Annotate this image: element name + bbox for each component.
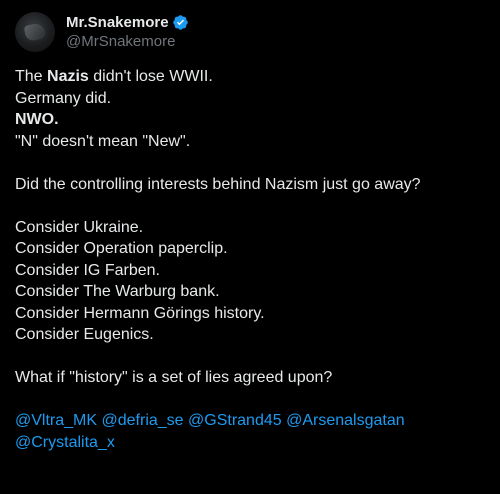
mentions-line: @Crystalita_x bbox=[15, 432, 486, 454]
display-name-row: Mr.Snakemore bbox=[66, 12, 189, 32]
mention-link[interactable]: @GStrand45 bbox=[188, 412, 282, 429]
paragraph-break bbox=[15, 195, 486, 217]
tweet-line: Consider Ukraine. bbox=[15, 218, 144, 236]
text-bold: Nazis bbox=[47, 68, 89, 85]
tweet-line: Consider Operation paperclip. bbox=[15, 240, 228, 257]
handle[interactable]: @MrSnakemore bbox=[66, 32, 189, 52]
tweet-line: Consider IG Farben. bbox=[15, 261, 160, 279]
text-segment: The bbox=[15, 68, 48, 85]
tweet-text: The Nazis didn't lose WWII. Germany did.… bbox=[15, 66, 486, 453]
display-name[interactable]: Mr.Snakemore bbox=[66, 14, 169, 31]
avatar-image bbox=[23, 22, 47, 42]
tweet-line: Germany did. bbox=[15, 89, 112, 107]
paragraph-break bbox=[15, 346, 486, 368]
tweet-line: "N" doesn't mean "New". bbox=[15, 132, 191, 150]
author-info: Mr.Snakemore @MrSnakemore bbox=[66, 12, 189, 52]
paragraph-break bbox=[15, 389, 486, 411]
tweet-header: Mr.Snakemore @MrSnakemore bbox=[15, 10, 486, 54]
mention-link[interactable]: @Crystalita_x bbox=[15, 434, 115, 451]
mentions-line: @Vltra_MK @defria_se @GStrand45 @Arsenal… bbox=[15, 410, 486, 432]
avatar[interactable] bbox=[15, 12, 55, 52]
mention-link[interactable]: @defria_se bbox=[102, 412, 184, 429]
text-segment: didn't lose WWII. bbox=[88, 68, 213, 85]
tweet-line: The Nazis didn't lose WWII. bbox=[15, 66, 486, 88]
tweet-line: Consider Hermann Görings history. bbox=[15, 304, 265, 322]
tweet-line: What if "history" is a set of lies agree… bbox=[15, 369, 333, 386]
verified-badge-icon[interactable] bbox=[172, 14, 189, 31]
mention-link[interactable]: @Vltra_MK bbox=[15, 412, 97, 429]
tweet-line: Did the controlling interests behind Naz… bbox=[15, 175, 421, 193]
tweet-line: NWO. bbox=[15, 111, 59, 128]
paragraph-break bbox=[15, 152, 486, 174]
tweet-line: Consider The Warburg bank. bbox=[15, 283, 220, 300]
tweet-line: Consider Eugenics. bbox=[15, 326, 154, 343]
tweet: Mr.Snakemore @MrSnakemore The Nazis didn… bbox=[0, 0, 500, 494]
mention-link[interactable]: @Arsenalsgatan bbox=[286, 412, 405, 429]
